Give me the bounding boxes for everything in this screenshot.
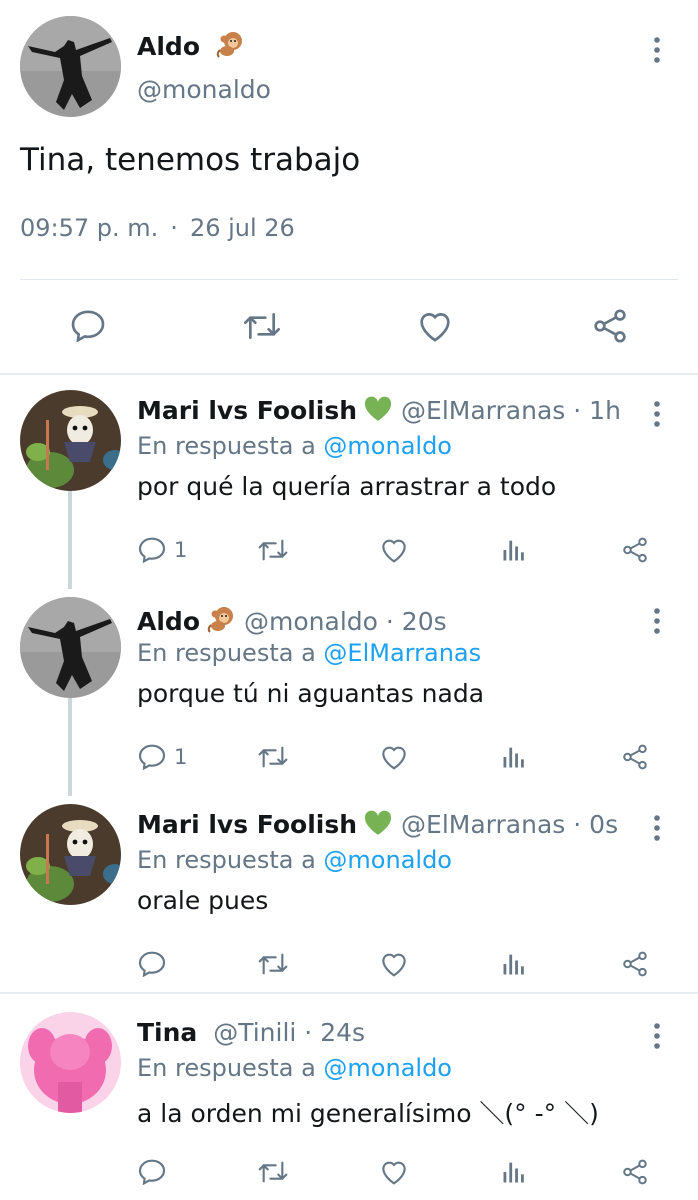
mention-link[interactable]: @monaldo bbox=[323, 432, 452, 460]
author-handle[interactable]: @monaldo bbox=[244, 607, 378, 636]
reply-button[interactable]: 1 bbox=[136, 528, 187, 572]
like-icon[interactable] bbox=[378, 528, 410, 572]
reply-time: 0s bbox=[589, 810, 619, 839]
tweet-time: 09:57 p. m. bbox=[20, 214, 159, 242]
reply-count: 1 bbox=[174, 538, 188, 562]
reply-action-bar: 1 bbox=[0, 735, 698, 779]
reply-text: orale pues bbox=[137, 886, 269, 915]
like-icon[interactable] bbox=[378, 942, 410, 986]
retweet-icon[interactable] bbox=[240, 300, 284, 352]
meta-separator: · bbox=[385, 607, 394, 636]
retweet-icon[interactable] bbox=[255, 1150, 291, 1194]
like-icon[interactable] bbox=[413, 300, 457, 352]
tweet-timestamp: 09:57 p. m. · 26 jul 26 bbox=[20, 214, 295, 242]
author-name[interactable]: Aldo bbox=[137, 28, 253, 61]
avatar[interactable] bbox=[20, 597, 121, 698]
green-heart-icon bbox=[363, 396, 393, 422]
divider bbox=[0, 992, 698, 994]
tweet-text: Tina, tenemos trabajo bbox=[20, 142, 361, 178]
more-options-icon[interactable] bbox=[646, 36, 668, 64]
reply-time: 24s bbox=[320, 1018, 366, 1047]
divider bbox=[20, 279, 678, 280]
mention-link[interactable]: @monaldo bbox=[323, 1054, 452, 1082]
share-icon[interactable] bbox=[588, 300, 632, 352]
author-handle[interactable]: @Tinili bbox=[213, 1018, 296, 1047]
reply-tweet[interactable]: Mari lvs Foolish @ElMarranas · 1h En resp… bbox=[0, 380, 698, 586]
more-options-icon[interactable] bbox=[646, 607, 668, 635]
reply-icon bbox=[136, 534, 168, 566]
author-name[interactable]: Aldo bbox=[137, 607, 200, 636]
divider bbox=[0, 373, 698, 375]
more-options-icon[interactable] bbox=[646, 814, 668, 842]
reply-header: Mari lvs Foolish @ElMarranas · 1h bbox=[137, 396, 621, 425]
share-icon[interactable] bbox=[620, 735, 650, 779]
reply-time: 1h bbox=[589, 396, 621, 425]
reply-header: Tina @Tinili · 24s bbox=[137, 1018, 365, 1047]
monkey-icon bbox=[215, 28, 245, 58]
author-handle[interactable]: @ElMarranas bbox=[401, 810, 565, 839]
reply-time: 20s bbox=[401, 607, 447, 636]
reply-button[interactable] bbox=[136, 942, 174, 986]
reply-icon bbox=[136, 1156, 168, 1188]
analytics-icon[interactable] bbox=[500, 735, 528, 779]
avatar[interactable] bbox=[20, 804, 121, 905]
author-name[interactable]: Tina bbox=[137, 1018, 197, 1047]
reply-text: por qué la quería arrastrar a todo bbox=[137, 472, 557, 501]
replying-to: En respuesta a @ElMarranas bbox=[137, 639, 482, 667]
share-icon[interactable] bbox=[620, 528, 650, 572]
share-icon[interactable] bbox=[620, 1150, 650, 1194]
avatar[interactable] bbox=[20, 1012, 121, 1113]
meta-separator: · bbox=[573, 810, 582, 839]
main-tweet: Aldo @monaldo Tina, tenemos trabajo 09:5… bbox=[0, 0, 698, 374]
reply-header: Mari lvs Foolish @ElMarranas · 0s bbox=[137, 810, 618, 839]
green-heart-icon bbox=[363, 810, 393, 836]
meta-separator: · bbox=[573, 396, 582, 425]
main-action-bar bbox=[0, 300, 698, 352]
reply-tweet[interactable]: Aldo @monaldo · 20s En respuesta a @ElMar… bbox=[0, 587, 698, 793]
avatar[interactable] bbox=[20, 390, 121, 491]
reply-action-bar bbox=[0, 1150, 698, 1194]
monkey-icon bbox=[206, 603, 236, 633]
replying-to: En respuesta a @monaldo bbox=[137, 846, 452, 874]
replying-to: En respuesta a @monaldo bbox=[137, 432, 452, 460]
author-name[interactable]: Mari lvs Foolish bbox=[137, 396, 357, 425]
more-options-icon[interactable] bbox=[646, 400, 668, 428]
like-icon[interactable] bbox=[378, 735, 410, 779]
share-icon[interactable] bbox=[620, 942, 650, 986]
replying-to: En respuesta a @monaldo bbox=[137, 1054, 452, 1082]
reply-tweet[interactable]: Tina @Tinili · 24s En respuesta a @monal… bbox=[0, 1002, 698, 1200]
author-handle[interactable]: @ElMarranas bbox=[401, 396, 565, 425]
reply-icon[interactable] bbox=[66, 300, 110, 352]
reply-action-bar bbox=[0, 942, 698, 986]
like-icon[interactable] bbox=[378, 1150, 410, 1194]
retweet-icon[interactable] bbox=[255, 735, 291, 779]
reply-text: a la orden mi generalísimo ＼(° -° ＼) bbox=[137, 1099, 599, 1128]
mention-link[interactable]: @ElMarranas bbox=[323, 639, 481, 667]
retweet-icon[interactable] bbox=[255, 942, 291, 986]
retweet-icon[interactable] bbox=[255, 528, 291, 572]
reply-text: porque tú ni aguantas nada bbox=[137, 679, 485, 708]
meta-separator: · bbox=[304, 1018, 313, 1047]
reply-icon bbox=[136, 948, 168, 980]
meta-separator: · bbox=[170, 214, 178, 242]
author-handle[interactable]: @monaldo bbox=[137, 75, 271, 104]
analytics-icon[interactable] bbox=[500, 1150, 528, 1194]
reply-tweet[interactable]: Mari lvs Foolish @ElMarranas · 0s En resp… bbox=[0, 794, 698, 1000]
reply-header: Aldo @monaldo · 20s bbox=[137, 603, 447, 636]
analytics-icon[interactable] bbox=[500, 528, 528, 572]
reply-button[interactable] bbox=[136, 1150, 174, 1194]
more-options-icon[interactable] bbox=[646, 1022, 668, 1050]
reply-button[interactable]: 1 bbox=[136, 735, 187, 779]
reply-icon bbox=[136, 741, 168, 773]
reply-count: 1 bbox=[174, 745, 188, 769]
avatar[interactable] bbox=[20, 16, 121, 117]
mention-link[interactable]: @monaldo bbox=[323, 846, 452, 874]
tweet-date: 26 jul 26 bbox=[189, 214, 295, 242]
author-name[interactable]: Mari lvs Foolish bbox=[137, 810, 357, 839]
reply-action-bar: 1 bbox=[0, 528, 698, 572]
analytics-icon[interactable] bbox=[500, 942, 528, 986]
